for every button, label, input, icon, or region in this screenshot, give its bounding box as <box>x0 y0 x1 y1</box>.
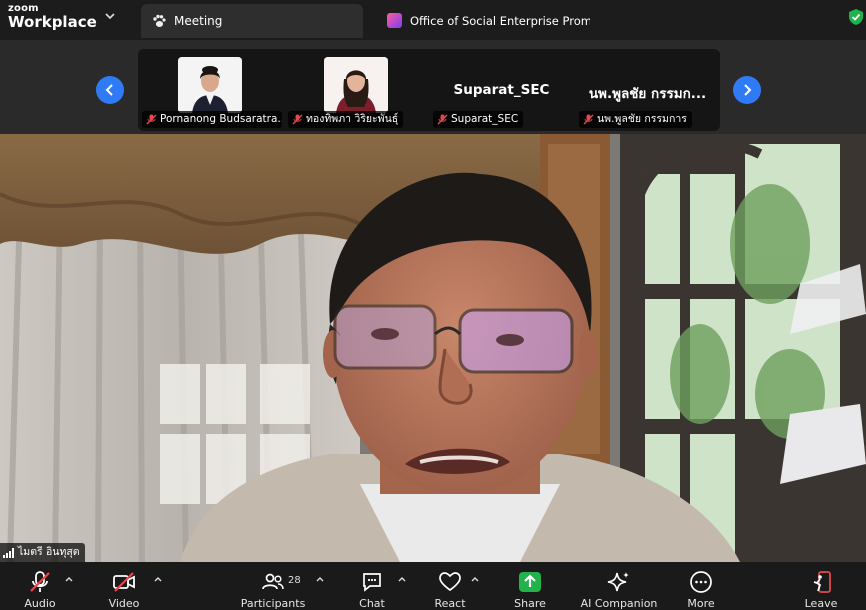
chat-label: Chat <box>359 597 385 610</box>
participant-photo <box>178 57 242 113</box>
video-button[interactable]: Video <box>102 562 146 610</box>
more-label: More <box>687 597 715 610</box>
chat-button[interactable]: Chat <box>350 562 394 610</box>
chevron-up-icon[interactable] <box>153 574 163 584</box>
signal-strength-icon <box>3 548 14 558</box>
shield-check-icon[interactable] <box>847 8 865 26</box>
brand-line2: Workplace <box>8 13 97 31</box>
leave-label: Leave <box>804 597 838 610</box>
tab-meeting[interactable]: Meeting <box>141 4 363 38</box>
video-label: Video <box>108 597 140 610</box>
participant-name: ทองทิพภา วิริยะพันธุ์ <box>306 113 399 125</box>
participant-display-name: นพ.พูลชัย กรรมก... <box>588 86 707 102</box>
participant-tile[interactable]: นพ.พูลชัย กรรมก... นพ.พูลชัย กรรมการ <box>575 49 720 131</box>
tab-office[interactable]: Office of Social Enterprise Promotion ( <box>380 4 590 38</box>
tab-meeting-label: Meeting <box>174 14 223 28</box>
chevron-up-icon[interactable] <box>315 574 325 584</box>
participant-label: Pornanong Budsaratra... <box>142 111 282 128</box>
participants-button[interactable]: Participants <box>238 562 308 610</box>
chevron-right-icon <box>744 84 752 96</box>
meeting-controls: Audio Video Participants 28 Chat React S… <box>0 562 866 610</box>
participants-icon <box>262 573 284 590</box>
office-app-icon <box>387 13 402 28</box>
tab-office-label: Office of Social Enterprise Promotion ( <box>410 14 590 28</box>
leave-door-icon <box>813 571 831 593</box>
gallery-next-button[interactable] <box>733 76 761 104</box>
ai-companion-button[interactable]: AI Companion <box>580 562 658 610</box>
react-label: React <box>434 597 466 610</box>
title-bar: zoom Workplace Meeting Office of Social … <box>0 0 866 40</box>
speaker-label: ไมตรี อินทุสุต <box>0 543 85 562</box>
participant-label: ทองทิพภา วิริยะพันธุ์ <box>288 111 404 128</box>
mic-muted-icon <box>30 571 50 592</box>
sparkle-icon <box>607 572 629 592</box>
paw-icon <box>153 14 166 27</box>
participant-label: นพ.พูลชัย กรรมการ <box>579 111 692 128</box>
share-screen-icon <box>519 572 541 592</box>
participant-name: นพ.พูลชัย กรรมการ <box>597 113 687 125</box>
chat-icon <box>363 573 381 592</box>
speaker-name: ไมตรี อินทุสุต <box>18 546 80 558</box>
active-speaker-video[interactable] <box>0 134 866 562</box>
chevron-up-icon[interactable] <box>470 574 480 584</box>
participant-label: Suparat_SEC <box>433 111 524 128</box>
react-button[interactable]: React <box>428 562 472 610</box>
audio-button[interactable]: Audio <box>18 562 62 610</box>
participant-name: Suparat_SEC <box>451 113 519 125</box>
share-button[interactable]: Share <box>508 562 552 610</box>
participant-tile[interactable]: ทองทิพภา วิริยะพันธุ์ <box>284 49 429 131</box>
chevron-left-icon <box>105 84 113 96</box>
participant-photo <box>324 57 388 113</box>
chevron-up-icon[interactable] <box>64 574 74 584</box>
mic-muted-icon <box>146 114 157 125</box>
participants-count: 28 <box>288 575 301 586</box>
participant-tile[interactable]: Pornanong Budsaratra... <box>138 49 283 131</box>
more-dots-icon <box>690 571 712 593</box>
audio-label: Audio <box>24 597 56 610</box>
participant-name: Pornanong Budsaratra... <box>160 113 282 125</box>
mic-muted-icon <box>437 114 448 125</box>
leave-button[interactable]: Leave <box>799 562 843 610</box>
zoom-workplace-logo[interactable]: zoom Workplace <box>8 4 97 30</box>
video-off-icon <box>113 572 135 592</box>
heart-icon <box>439 572 461 592</box>
mic-muted-icon <box>292 114 303 125</box>
more-button[interactable]: More <box>679 562 723 610</box>
mic-muted-icon <box>583 114 594 125</box>
share-label: Share <box>514 597 546 610</box>
participants-label: Participants <box>240 597 306 610</box>
chevron-up-icon[interactable] <box>397 574 407 584</box>
chevron-down-icon[interactable] <box>104 10 116 22</box>
participant-tile[interactable]: Suparat_SEC Suparat_SEC <box>429 49 574 131</box>
speaker-video-frame <box>0 134 866 562</box>
participant-display-name: Suparat_SEC <box>453 82 550 98</box>
gallery-prev-button[interactable] <box>96 76 124 104</box>
ai-companion-label: AI Companion <box>580 597 658 610</box>
